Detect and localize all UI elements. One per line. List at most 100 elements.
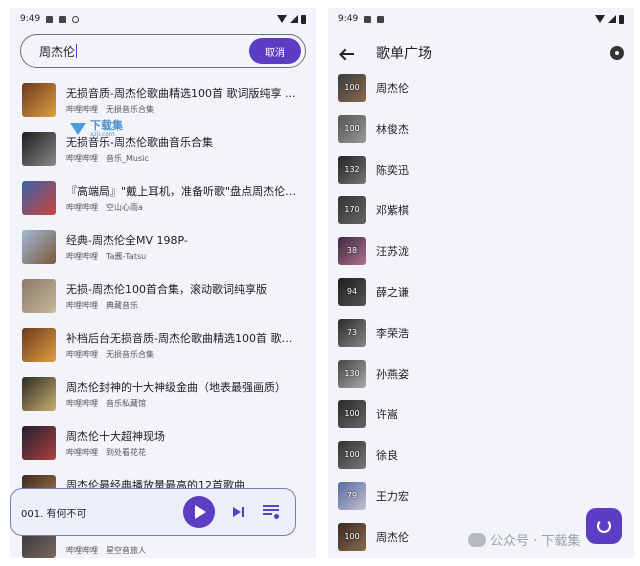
page-title: 歌单广场: [376, 46, 432, 62]
playlist-count: 132: [344, 164, 360, 174]
playlist-name: 薛之谦: [376, 286, 409, 299]
song-row[interactable]: 『高端局』"戴上耳机，准备听歌"盘点周杰伦… 哔哩哔哩 空山心雨a: [10, 176, 316, 222]
playlist-name: 陈奕迅: [376, 163, 409, 177]
battery-icon: [619, 14, 624, 24]
playlist-cover: 38: [338, 237, 366, 266]
song-title: 经典-周杰伦全MV 198P-: [66, 234, 188, 247]
playlist-name: 许嵩: [376, 408, 398, 422]
song-uploader: 哔哩哔哩: [66, 105, 98, 114]
song-meta: 哔哩哔哩 空山心雨a: [66, 202, 143, 213]
song-row[interactable]: 无损音质-周杰伦歌曲精选100首 歌词版纯享 ... 哔哩哔哩 无损音乐合集: [10, 78, 316, 124]
song-source: 星空音旅人: [106, 546, 146, 555]
back-arrow-icon[interactable]: [338, 44, 358, 64]
song-uploader: 哔哩哔哩: [66, 350, 98, 359]
playlist-row[interactable]: 130 孙燕姿: [328, 358, 634, 399]
playlist-cover: 100: [338, 441, 366, 470]
watermark-brand: 下载集: [90, 119, 123, 132]
app-icon: [377, 15, 385, 23]
song-title: 无损-周杰伦100首合集，滚动歌词纯享版: [66, 283, 267, 296]
playlist-name: 徐良: [376, 449, 398, 463]
play-button[interactable]: [183, 496, 215, 528]
queue-button[interactable]: [263, 505, 279, 519]
song-row[interactable]: 无损音乐-周杰伦歌曲音乐合集 哔哩哔哩 音乐_Music: [10, 127, 316, 173]
playlist-row[interactable]: 100 周杰伦: [328, 72, 634, 113]
playlist-row[interactable]: 100 徐良: [328, 439, 634, 480]
song-row[interactable]: 周杰伦封神的十大神级金曲（地表最强画质） 哔哩哔哩 音乐私藏馆: [10, 372, 316, 418]
site-watermark: 下载集 xzji.com: [70, 120, 123, 138]
playlist-row[interactable]: 132 陈奕迅: [328, 154, 634, 195]
queue-music-icon: [274, 514, 279, 519]
playlist-name: 周杰伦: [376, 82, 409, 95]
wifi-icon: [277, 15, 287, 23]
playlist-cover: 73: [338, 318, 366, 347]
playlist-row[interactable]: 100 林俊杰: [328, 113, 634, 154]
playlist-cover: 79: [338, 482, 366, 510]
cat-icon: [72, 15, 80, 23]
wechat-watermark: 公众号 · 下载集: [468, 530, 580, 549]
wifi-icon: [595, 15, 605, 23]
song-source: Ta酱-Tatsu: [106, 252, 147, 261]
playlist-cover: 94: [338, 278, 366, 306]
song-source: 无损音乐合集: [106, 105, 154, 114]
playlist-count: 170: [344, 205, 360, 215]
watermark-url: xzji.com: [90, 131, 115, 138]
song-title: 周杰伦十大超神现场: [66, 430, 165, 443]
playlist-cover: 132: [338, 155, 366, 184]
playlist-cover: 100: [338, 74, 366, 102]
song-cover: [22, 83, 56, 117]
song-row[interactable]: 经典-周杰伦全MV 198P- 哔哩哔哩 Ta酱-Tatsu: [10, 225, 316, 271]
signal-icon: [290, 15, 298, 23]
song-source: 典藏音乐: [106, 301, 138, 310]
playlist-cover: 130: [338, 359, 366, 388]
song-title: 无损音质-周杰伦歌曲精选100首 歌词版纯享 ...: [66, 87, 296, 100]
playlist-row[interactable]: 100 许嵩: [328, 398, 634, 439]
mini-player[interactable]: 001. 有何不可: [10, 488, 296, 536]
song-row[interactable]: 补档后台无损音质-周杰伦歌曲精选100首 歌… 哔哩哔哩 无损音乐合集: [10, 323, 316, 369]
song-uploader: 哔哩哔哩: [66, 252, 98, 261]
playlist-row[interactable]: 38 汪苏泷: [328, 235, 634, 276]
playlist-row[interactable]: 73 李荣浩: [328, 317, 634, 358]
playlist-count: 100: [344, 83, 360, 92]
search-input[interactable]: 周杰伦 取消: [20, 34, 306, 68]
song-source: 无损音乐合集: [106, 350, 154, 359]
text-caret: [76, 44, 78, 58]
now-playing-title: 001. 有何不可: [21, 508, 87, 520]
song-uploader: 哔哩哔哩: [66, 399, 98, 408]
wechat-icon: [468, 532, 486, 547]
song-uploader: 哔哩哔哩: [66, 546, 98, 555]
song-meta: 哔哩哔哩 无损音乐合集: [66, 104, 154, 115]
song-cover: [22, 426, 56, 460]
song-title: 补档后台无损音质-周杰伦歌曲精选100首 歌…: [66, 332, 293, 345]
song-row[interactable]: 周杰伦十大超神现场哔哩哔哩 到处看花花: [10, 421, 316, 467]
search-screen: 9:49 周杰伦 取消 无损音质-周杰伦歌曲精选100首 歌词版纯享 ... 哔哩…: [10, 8, 316, 558]
gear-icon[interactable]: [610, 46, 624, 60]
song-cover: [22, 328, 56, 362]
status-bar: 9:49: [10, 8, 316, 30]
playlist-name: 林俊杰: [376, 122, 409, 136]
app-icon: [59, 15, 67, 23]
playlist-screen: 9:49 歌单广场 100 周杰伦 100 林俊杰 132 陈奕迅 170 邓紫棋 38 汪苏泷 9…: [328, 8, 634, 558]
song-cover: [22, 230, 56, 264]
app-bar: 歌单广场: [328, 34, 634, 74]
song-uploader: 哔哩哔哩: [66, 448, 98, 457]
image-icon: [46, 15, 54, 23]
playlist-cover: 100: [338, 114, 366, 143]
playlist-row[interactable]: 94 薛之谦: [328, 276, 634, 317]
skip-next-icon: [233, 507, 241, 517]
refresh-button[interactable]: [586, 508, 622, 544]
playlist-count: 94: [346, 287, 358, 296]
song-uploader: 哔哩哔哩: [66, 154, 98, 163]
cancel-button[interactable]: 取消: [249, 38, 301, 64]
song-source: 到处看花花: [106, 448, 146, 457]
song-source: 音乐_Music: [106, 154, 149, 163]
song-cover: [22, 279, 56, 313]
song-title: 周杰伦封神的十大神级金曲（地表最强画质）: [66, 381, 286, 394]
battery-icon: [301, 14, 306, 24]
playlist-name: 邓紫棋: [376, 204, 409, 218]
song-meta: 哔哩哔哩 典藏音乐: [66, 300, 138, 311]
song-row[interactable]: 无损-周杰伦100首合集，滚动歌词纯享版 哔哩哔哩 典藏音乐: [10, 274, 316, 320]
playlist-row[interactable]: 170 邓紫棋: [328, 194, 634, 235]
playlist-count: 38: [346, 246, 358, 256]
next-button[interactable]: [233, 506, 247, 518]
status-bar: 9:49: [328, 8, 634, 30]
